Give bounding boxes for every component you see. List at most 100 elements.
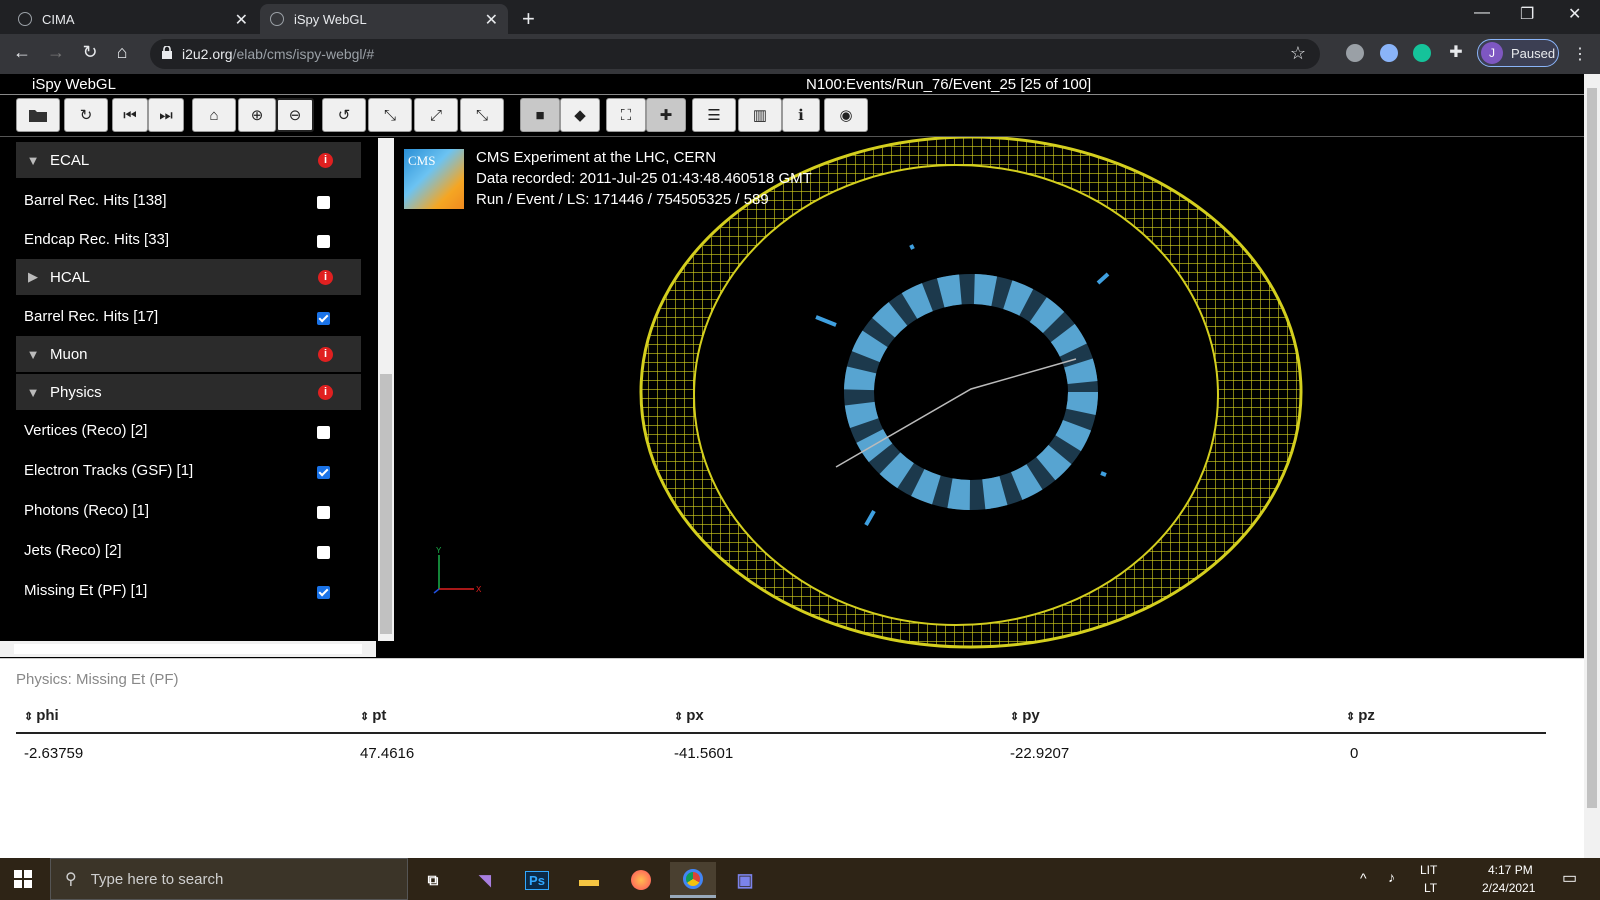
table-title: Physics: Missing Et (PF) xyxy=(16,671,179,688)
bookmark-star-icon[interactable]: ☆ xyxy=(1290,43,1306,64)
column-header-py[interactable]: ⇕ py xyxy=(1010,707,1040,724)
close-tab-icon[interactable]: ✕ xyxy=(235,10,248,30)
column-header-pt[interactable]: ⇕ pt xyxy=(360,707,386,724)
task-view-icon[interactable]: ⧉ xyxy=(410,862,456,898)
cell-pz: 0 xyxy=(1350,745,1359,762)
forward-icon[interactable]: → xyxy=(44,42,68,63)
teams-icon[interactable]: ▣ xyxy=(722,862,768,898)
close-tab-icon[interactable]: ✕ xyxy=(485,10,498,30)
home-view-icon[interactable]: ⌂ xyxy=(192,98,236,132)
zoom-out-icon[interactable]: ⊖ xyxy=(276,98,314,132)
back-icon[interactable]: ← xyxy=(10,42,34,63)
view-zx-icon[interactable]: ⤢ xyxy=(414,98,458,132)
category-label: Physics xyxy=(50,383,102,401)
info-line-date: Data recorded: 2011-Jul-25 01:43:48.4605… xyxy=(476,170,812,187)
browser-tab-ispy[interactable]: iSpy WebGL ✕ xyxy=(260,4,508,34)
photoshop-icon[interactable]: Ps xyxy=(514,862,560,898)
notification-icon[interactable]: ▭ xyxy=(1562,868,1577,888)
address-bar[interactable]: i2u2.org/elab/cms/ispy-webgl/# ☆ xyxy=(150,39,1320,69)
info-icon[interactable]: i xyxy=(318,385,333,400)
checkbox-ecal-barrel[interactable] xyxy=(317,196,330,209)
reload-icon[interactable]: ↻ xyxy=(78,42,102,63)
puzzle-icon[interactable]: ✚ xyxy=(1444,42,1468,62)
column-header-phi[interactable]: ⇕ phi xyxy=(24,707,59,724)
browser-tab-cima[interactable]: CIMA ✕ xyxy=(8,4,258,34)
search-placeholder: Type here to search xyxy=(90,870,224,888)
info-icon[interactable]: i xyxy=(318,347,333,362)
taskbar-search[interactable]: ⚲ Type here to search xyxy=(50,858,408,900)
checkbox-missing-et[interactable] xyxy=(317,586,330,599)
checkbox-hcal-barrel[interactable] xyxy=(317,312,330,325)
reload-event-icon[interactable]: ↻ xyxy=(64,98,108,132)
open-folder-icon[interactable] xyxy=(16,98,60,132)
page-scrollbar-thumb[interactable] xyxy=(1587,88,1597,808)
checkbox-vertices[interactable] xyxy=(317,426,330,439)
item-label: Vertices (Reco) [2] xyxy=(24,422,148,439)
volume-icon[interactable]: ♪ xyxy=(1388,869,1395,885)
tree-hscrollbar-thumb[interactable] xyxy=(14,644,362,654)
view-yz-icon[interactable]: ⤡ xyxy=(460,98,504,132)
next-event-icon[interactable]: ⏭ xyxy=(148,98,184,132)
close-window-icon[interactable]: ✕ xyxy=(1568,4,1581,24)
clock-time[interactable]: 4:17 PM xyxy=(1488,863,1533,877)
browser-toolbar: ← → ↻ ⌂ i2u2.org/elab/cms/ispy-webgl/# ☆… xyxy=(0,34,1600,74)
globe-icon xyxy=(18,12,32,26)
visual-studio-icon[interactable]: ◥ xyxy=(462,862,508,898)
file-explorer-icon[interactable]: ▬ xyxy=(566,862,612,898)
checkbox-ecal-endcap[interactable] xyxy=(317,235,330,248)
previous-event-icon[interactable]: ⏮ xyxy=(112,98,148,132)
tree-item: Endcap Rec. Hits [33] xyxy=(24,231,344,251)
reset-rotation-icon[interactable]: ↺ xyxy=(322,98,366,132)
minimize-icon[interactable]: — xyxy=(1474,4,1490,22)
menu-kebab-icon[interactable]: ⋮ xyxy=(1572,44,1588,64)
grammarly-icon[interactable] xyxy=(1413,44,1431,62)
perspective-icon[interactable]: ■ xyxy=(520,98,560,132)
restore-icon[interactable]: ❐ xyxy=(1520,4,1534,24)
info-icon[interactable]: ℹ xyxy=(782,98,820,132)
event-display-canvas[interactable]: Y X CMS CMS Experiment at the LHC, CERN … xyxy=(396,137,1584,658)
settings-sliders-icon[interactable]: ☰ xyxy=(692,98,736,132)
clock-date[interactable]: 2/24/2021 xyxy=(1482,881,1535,895)
new-tab-button[interactable]: + xyxy=(522,6,535,32)
chart-icon[interactable]: ▥ xyxy=(738,98,782,132)
language-bottom[interactable]: LT xyxy=(1424,881,1437,895)
column-header-px[interactable]: ⇕ px xyxy=(674,707,704,724)
item-label: Endcap Rec. Hits [33] xyxy=(24,231,170,248)
checkbox-photons[interactable] xyxy=(317,506,330,519)
tree-scrollbar-thumb[interactable] xyxy=(380,374,392,634)
camera-icon[interactable]: ◉ xyxy=(824,98,868,132)
tree-item: Barrel Rec. Hits [138] xyxy=(24,192,344,212)
orthographic-icon[interactable]: ◆ xyxy=(560,98,600,132)
chevron-up-icon[interactable]: ^ xyxy=(1360,870,1367,886)
chrome-icon[interactable] xyxy=(670,862,716,898)
tree-item: Missing Et (PF) [1] xyxy=(24,582,344,602)
firefox-icon[interactable] xyxy=(618,862,664,898)
category-physics[interactable]: ▼ Physics i xyxy=(16,374,361,410)
column-header-pz[interactable]: ⇕ pz xyxy=(1346,707,1375,724)
zoom-in-icon[interactable]: ⊕ xyxy=(238,98,276,132)
category-label: HCAL xyxy=(50,268,91,286)
app-title: iSpy WebGL xyxy=(32,76,116,93)
fullscreen-icon[interactable]: ⛶ xyxy=(606,98,646,132)
item-label: Electron Tracks (GSF) [1] xyxy=(24,462,194,479)
category-hcal[interactable]: ▶ HCAL i xyxy=(16,259,361,295)
exit-fullscreen-icon[interactable]: ✚ xyxy=(646,98,686,132)
axis-x-label: X xyxy=(476,585,482,594)
language-top[interactable]: LIT xyxy=(1420,863,1437,877)
checkbox-jets[interactable] xyxy=(317,546,330,559)
info-icon[interactable]: i xyxy=(318,270,333,285)
windows-start-icon[interactable] xyxy=(14,870,32,888)
info-icon[interactable]: i xyxy=(318,153,333,168)
category-muon[interactable]: ▼ Muon i xyxy=(16,336,361,372)
checkbox-electron-tracks[interactable] xyxy=(317,466,330,479)
category-ecal[interactable]: ▼ ECAL i xyxy=(16,142,361,178)
cms-logo: CMS xyxy=(404,149,464,209)
extension-icon[interactable] xyxy=(1380,44,1398,62)
extension-icon[interactable] xyxy=(1346,44,1364,62)
profile-button[interactable]: J Paused xyxy=(1477,39,1559,67)
lock-icon xyxy=(162,46,172,59)
home-icon[interactable]: ⌂ xyxy=(110,42,134,63)
view-xy-icon[interactable]: ⤡ xyxy=(368,98,412,132)
category-label: Muon xyxy=(50,345,88,363)
tab-title: CIMA xyxy=(42,11,75,27)
